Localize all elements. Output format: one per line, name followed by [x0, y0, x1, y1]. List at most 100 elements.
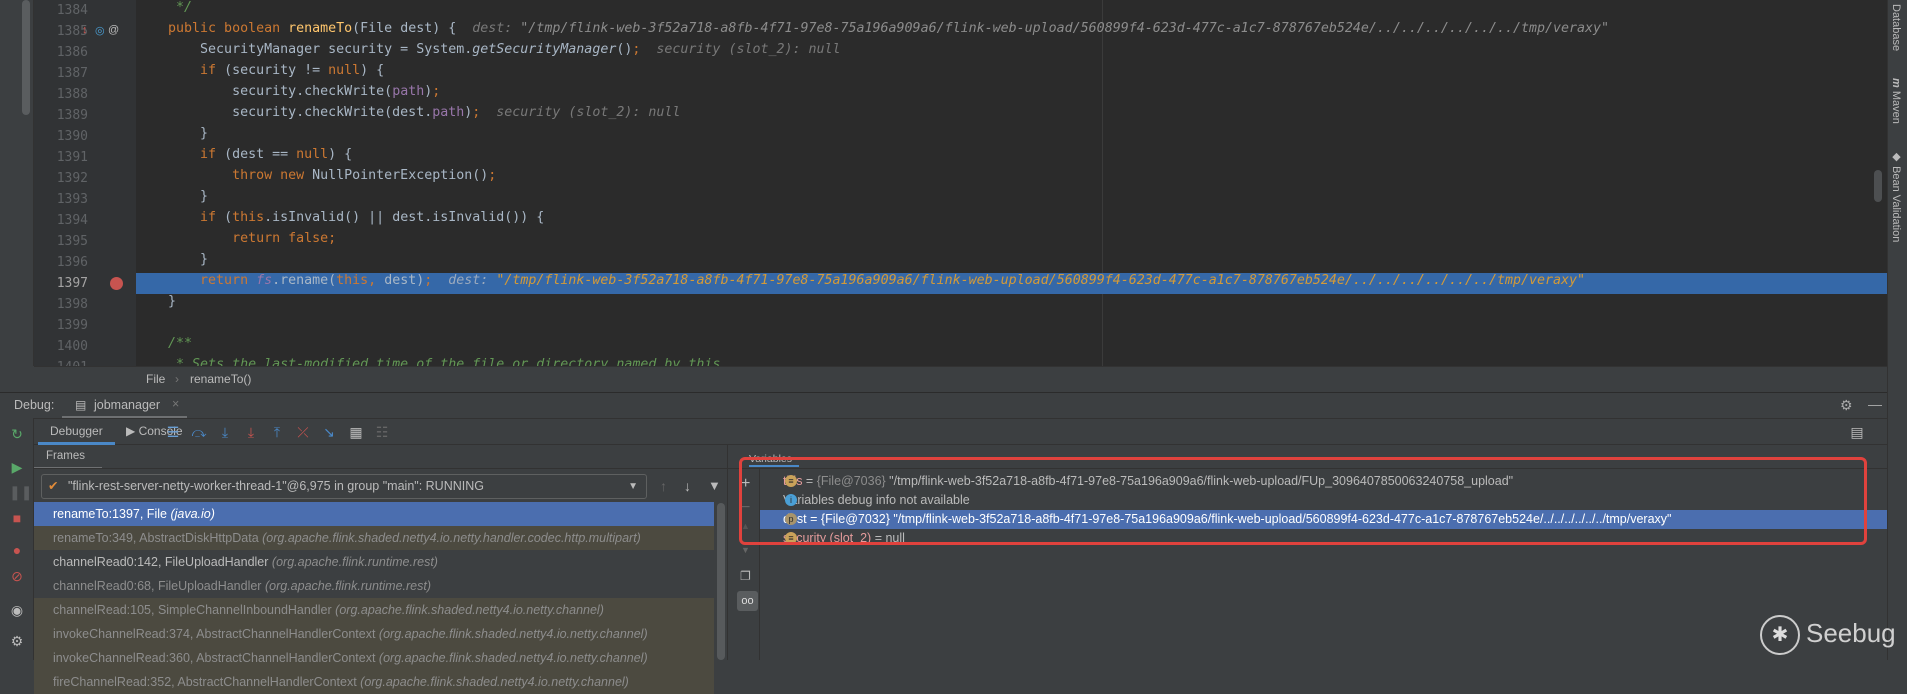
annotation-icon[interactable]: @ — [108, 24, 119, 36]
camera-icon[interactable]: ◉ — [9, 602, 25, 618]
frame-package: (org.apache.flink.shaded.netty4.io.netty… — [335, 603, 604, 617]
left-tool-stripe — [0, 0, 34, 366]
stop-icon[interactable]: ■ — [9, 510, 25, 526]
debug-side-toolbar: ↻ ▶ ❚❚ ■ ● ⊘ ◉ ⚙ — [0, 418, 34, 660]
glasses-icon[interactable]: oo — [737, 591, 758, 611]
code-token: if — [136, 63, 225, 78]
breadcrumb-file[interactable]: File — [146, 367, 165, 391]
code-line[interactable]: throw new NullPointerException(); — [136, 168, 1907, 189]
code-line[interactable]: if (dest == null) { — [136, 147, 1907, 168]
check-icon: ✔ — [48, 479, 59, 493]
trace-icon[interactable]: ☷ — [374, 424, 390, 440]
run-to-cursor-icon[interactable]: ↘ — [321, 424, 337, 440]
show-execution-point-icon[interactable]: ☰ — [165, 424, 181, 440]
editor-scrollbar[interactable] — [1874, 170, 1882, 202]
code-line[interactable]: } — [136, 294, 1907, 315]
code-line[interactable]: /** — [136, 336, 1907, 357]
resume-icon[interactable]: ▶ — [9, 459, 25, 475]
settings-icon[interactable]: ⚙ — [9, 633, 25, 649]
close-icon[interactable]: × — [172, 397, 179, 411]
frame-package: (org.apache.flink.shaded.netty4.io.netty… — [262, 531, 641, 545]
code-line[interactable]: } — [136, 189, 1907, 210]
current-execution-line[interactable]: return fs.rename(this, dest); dest: "/tm… — [136, 273, 1907, 294]
code-token: security (slot_2): null — [656, 42, 841, 57]
breadcrumb-method[interactable]: renameTo() — [190, 367, 251, 391]
line-number: 1395 — [56, 234, 88, 249]
tool-database[interactable]: Database — [1890, 4, 1902, 51]
breakpoint-icon[interactable] — [110, 277, 123, 290]
arrow-down-icon[interactable]: ↓ — [684, 478, 691, 494]
tab-debugger[interactable]: Debugger — [38, 419, 115, 445]
frame-item[interactable]: invokeChannelRead:374, AbstractChannelHa… — [34, 622, 714, 646]
step-into-icon[interactable]: ⤓ — [217, 424, 233, 440]
code-line[interactable]: if (this.isInvalid() || dest.isInvalid()… — [136, 210, 1907, 231]
code-token: ( — [224, 210, 233, 225]
debug-tool-window-header: Debug: ▤ jobmanager × ⚙ — — [0, 392, 1887, 419]
code-token: null — [328, 63, 361, 78]
step-out-icon[interactable]: ⤒ — [269, 424, 285, 440]
frame-item[interactable]: channelRead0:68, FileUploadHandler (org.… — [34, 574, 714, 598]
code-line[interactable]: */ — [136, 0, 1907, 21]
code-token: this, — [336, 273, 385, 288]
code-line[interactable]: if (security != null) { — [136, 63, 1907, 84]
code-token: /** — [136, 336, 193, 351]
frame-method: fireChannelRead:352, AbstractChannelHand… — [53, 675, 357, 689]
maven-label: Maven — [1890, 90, 1902, 124]
step-over-icon[interactable]: ⤼ — [191, 424, 207, 440]
line-number: 1399 — [56, 318, 88, 333]
view-breakpoints-icon[interactable]: ● — [9, 542, 25, 558]
implemented-icon[interactable]: ◎ — [95, 24, 105, 37]
copy-icon[interactable]: ❐ — [740, 569, 751, 583]
session-tab-label: jobmanager — [94, 398, 161, 412]
override-icon[interactable]: ↕ — [82, 24, 88, 36]
frames-scrollbar[interactable] — [716, 503, 726, 660]
frame-item[interactable]: renameTo:349, AbstractDiskHttpData (org.… — [34, 526, 714, 550]
drop-frame-icon[interactable]: ⤫ — [295, 424, 311, 440]
mute-breakpoints-icon[interactable]: ⊘ — [9, 568, 25, 584]
tool-maven[interactable]: m Maven — [1890, 78, 1902, 124]
thread-selector[interactable]: ✔ "flink-rest-server-netty-worker-thread… — [41, 474, 647, 499]
code-line[interactable]: public boolean renameTo(File dest) { des… — [136, 21, 1907, 42]
frame-item[interactable]: renameTo:1397, File (java.io) — [34, 502, 714, 526]
arrow-up-icon[interactable]: ↑ — [660, 478, 667, 494]
frame-method: invokeChannelRead:360, AbstractChannelHa… — [53, 651, 376, 665]
project-scrollbar[interactable] — [22, 0, 30, 115]
breadcrumb: File › renameTo() — [34, 366, 1887, 392]
pause-icon[interactable]: ❚❚ — [9, 484, 32, 500]
gear-icon[interactable]: ⚙ — [1840, 397, 1853, 414]
code-token: return false; — [136, 231, 337, 246]
console-icon: ▶ — [126, 424, 139, 438]
code-line[interactable]: } — [136, 126, 1907, 147]
code-token: security.checkWrite( — [136, 84, 393, 99]
code-token: (dest == — [224, 147, 297, 162]
code-line[interactable]: return false; — [136, 231, 1907, 252]
line-number: 1389 — [56, 108, 88, 123]
code-token: ; — [432, 84, 441, 99]
frame-item[interactable]: invokeChannelRead:360, AbstractChannelHa… — [34, 646, 714, 670]
line-number: 1390 — [56, 129, 88, 144]
evaluate-expression-icon[interactable]: ▦ — [348, 424, 364, 440]
code-line[interactable]: security.checkWrite(dest.path); security… — [136, 105, 1907, 126]
force-step-into-icon[interactable]: ⤓ — [243, 424, 259, 440]
code-token: path — [392, 84, 425, 99]
tool-bean-validation[interactable]: ◆ Bean Validation — [1890, 150, 1903, 242]
session-tab-jobmanager[interactable]: ▤ jobmanager × — [62, 393, 187, 419]
minimize-icon[interactable]: — — [1868, 396, 1882, 412]
code-line[interactable]: SecurityManager security = System.getSec… — [136, 42, 1907, 63]
frame-item[interactable]: channelRead0:142, FileUploadHandler (org… — [34, 550, 714, 574]
rerun-icon[interactable]: ↻ — [9, 426, 25, 442]
layout-icon[interactable]: ▤ — [1849, 424, 1865, 440]
line-number: 1394 — [56, 213, 88, 228]
frames-tab[interactable]: Frames — [34, 445, 102, 469]
frame-item[interactable]: fireChannelRead:352, AbstractChannelHand… — [34, 670, 714, 694]
line-number: 1400 — [56, 339, 88, 354]
code-line[interactable]: security.checkWrite(path); — [136, 84, 1907, 105]
filter-icon[interactable]: ▼ — [708, 478, 721, 493]
panel-splitter[interactable] — [727, 445, 728, 660]
code-line[interactable] — [136, 315, 1907, 336]
right-tool-stripe: Database m Maven ◆ Bean Validation — [1887, 0, 1907, 660]
frame-item[interactable]: channelRead:105, SimpleChannelInboundHan… — [34, 598, 714, 622]
move-down-icon[interactable]: ▼ — [741, 545, 750, 555]
code-line[interactable]: } — [136, 252, 1907, 273]
